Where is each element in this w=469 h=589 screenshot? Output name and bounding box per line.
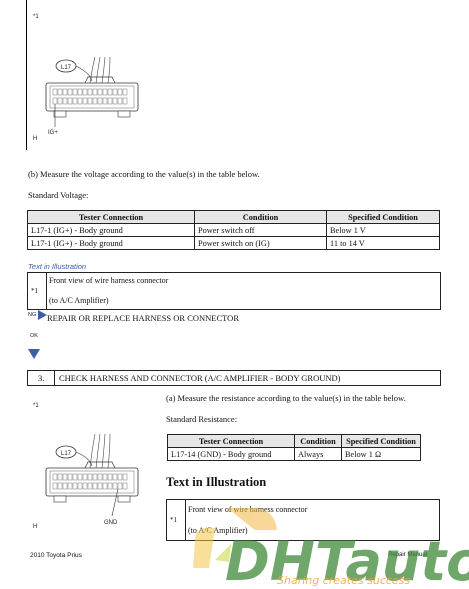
figure-border-line bbox=[26, 0, 27, 150]
table-header: Specified Condition bbox=[341, 434, 421, 448]
figure-note: *1 bbox=[33, 403, 39, 409]
step-title: CHECK HARNESS AND CONNECTOR (A/C AMPLIFI… bbox=[59, 373, 341, 383]
standard-voltage-label: Standard Voltage: bbox=[28, 190, 89, 200]
table-header: Tester Connection bbox=[27, 210, 195, 224]
illustration-legend-box: *1 Front view of wire harness connector … bbox=[27, 272, 441, 310]
voltage-table: Tester Connection Condition Specified Co… bbox=[27, 210, 440, 250]
table-cell: L17-1 (IG+) - Body ground bbox=[27, 236, 195, 250]
table-row: L17-1 (IG+) - Body ground Power switch o… bbox=[27, 236, 440, 250]
instruction-b: (b) Measure the voltage according to the… bbox=[28, 169, 260, 179]
instruction-a: (a) Measure the resistance according to … bbox=[166, 393, 406, 403]
step-number: 3. bbox=[38, 373, 45, 383]
table-row: L17-1 (IG+) - Body ground Power switch o… bbox=[27, 223, 440, 237]
connector-callout: L17 bbox=[61, 65, 72, 71]
legend-line-2: (to A/C Amplifier) bbox=[49, 296, 109, 305]
step-3-header: 3. CHECK HARNESS AND CONNECTOR (A/C AMPL… bbox=[27, 370, 441, 386]
ng-arrow-icon bbox=[38, 310, 47, 320]
table-header: Specified Condition bbox=[326, 210, 440, 224]
watermark-logo: DHTauto Sharing creates success bbox=[193, 508, 469, 589]
figure-corner-label: H bbox=[33, 136, 38, 142]
ng-action-text: REPAIR OR REPLACE HARNESS OR CONNECTOR bbox=[47, 313, 239, 323]
text-in-illustration-heading: Text in Illustration bbox=[166, 475, 267, 489]
ok-arrow-icon bbox=[28, 349, 40, 359]
watermark-tagline: Sharing creates success bbox=[277, 574, 410, 587]
table-cell: L17-14 (GND) - Body ground bbox=[167, 447, 295, 461]
table-cell: L17-1 (IG+) - Body ground bbox=[27, 223, 195, 237]
table-header: Condition bbox=[294, 434, 342, 448]
table-header-row: Tester Connection Condition Specified Co… bbox=[27, 210, 440, 224]
figure-corner-label: H bbox=[33, 524, 38, 530]
legend-key: *1 bbox=[31, 287, 38, 295]
pin-label: GND bbox=[104, 520, 118, 526]
connector-callout: L17 bbox=[61, 451, 72, 457]
legend-line-1: Front view of wire harness connector bbox=[49, 276, 169, 285]
table-row: L17-14 (GND) - Body ground Always Below … bbox=[167, 447, 421, 461]
figure-note: *1 bbox=[33, 14, 39, 20]
table-cell: Below 1 V bbox=[326, 223, 440, 237]
standard-resistance-label: Standard Resistance: bbox=[166, 414, 238, 424]
table-cell: Power switch off bbox=[194, 223, 327, 237]
text-in-illustration-heading: Text in Illustration bbox=[28, 262, 87, 271]
table-cell: 11 to 14 V bbox=[326, 236, 440, 250]
connector-illustration-2: L17 GND bbox=[45, 433, 139, 526]
table-header-row: Tester Connection Condition Specified Co… bbox=[167, 434, 421, 448]
table-cell: Below 1 Ω bbox=[341, 447, 421, 461]
table-header: Condition bbox=[194, 210, 327, 224]
resistance-table: Tester Connection Condition Specified Co… bbox=[167, 434, 421, 461]
table-header: Tester Connection bbox=[167, 434, 295, 448]
connector-illustration: L17 IG+ bbox=[45, 56, 139, 136]
legend-key: *1 bbox=[170, 516, 177, 524]
table-cell: Always bbox=[294, 447, 342, 461]
footer-left: 2010 Toyota Prius bbox=[30, 552, 82, 559]
table-cell: Power switch on (IG) bbox=[194, 236, 327, 250]
ng-label: NG bbox=[28, 312, 37, 318]
ok-label: OK bbox=[30, 333, 38, 339]
pin-label: IG+ bbox=[48, 130, 58, 136]
